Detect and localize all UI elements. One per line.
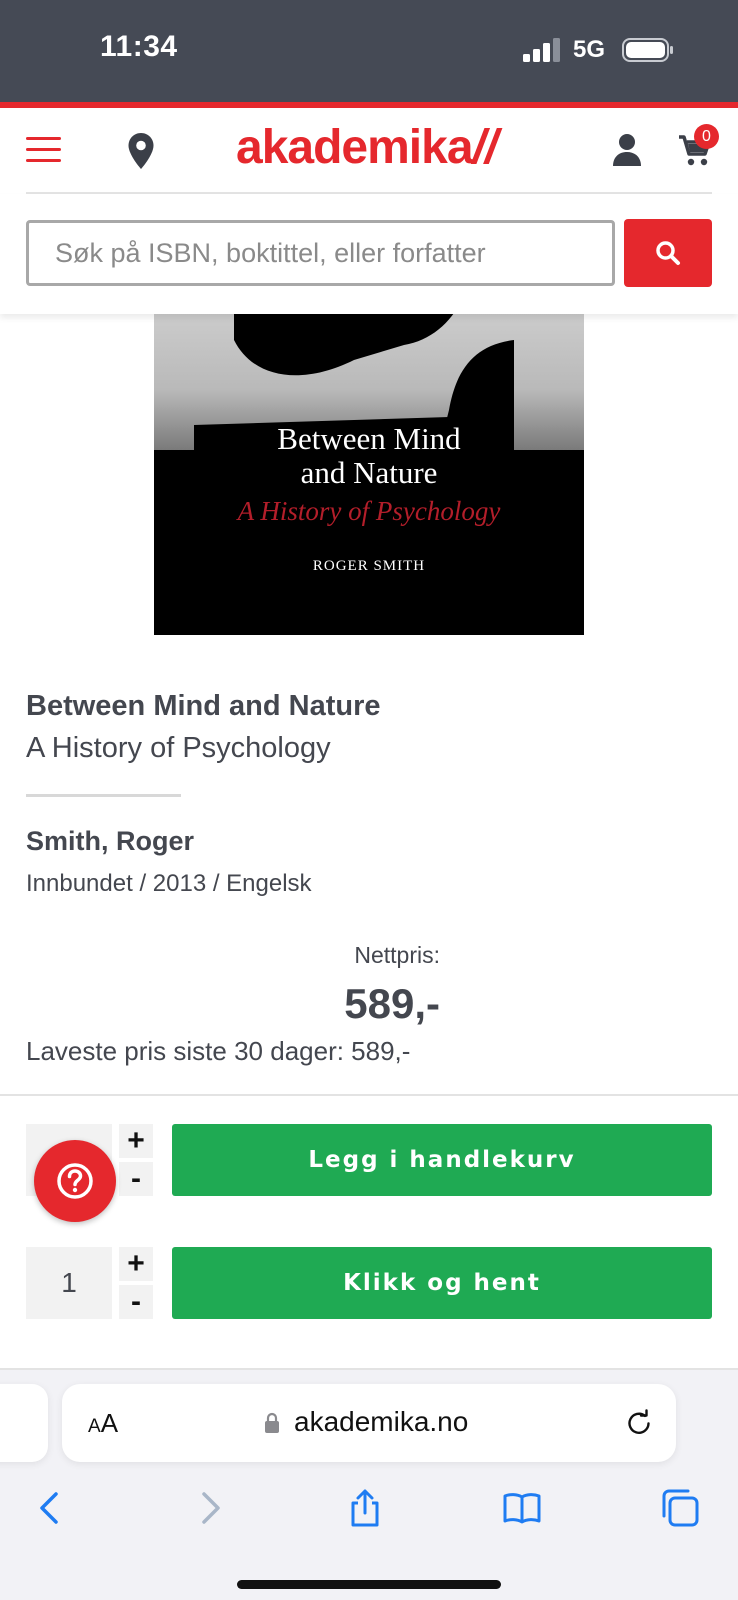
product-format-meta: Innbundet / 2013 / Engelsk <box>26 870 312 897</box>
forward-icon[interactable] <box>190 1488 230 1528</box>
product-author[interactable]: Smith, Roger <box>26 826 194 857</box>
price-label: Nettpris: <box>354 942 440 968</box>
price-divider <box>0 1094 738 1096</box>
share-icon[interactable] <box>345 1488 385 1528</box>
site-header: akademika// 0 <box>0 108 738 193</box>
quantity-increase-button[interactable]: + <box>119 1247 153 1281</box>
bookmarks-icon[interactable] <box>502 1488 542 1528</box>
address-bar[interactable]: AA akademika.no <box>62 1384 676 1462</box>
back-icon[interactable] <box>30 1488 70 1528</box>
aa-large: A <box>100 1408 119 1438</box>
text-size-button[interactable]: AA <box>88 1408 118 1439</box>
product-price: 589,- <box>344 980 440 1027</box>
logo-text: akademika <box>236 121 474 174</box>
hamburger-menu-icon[interactable] <box>26 137 61 163</box>
product-subtitle: A History of Psychology <box>26 732 331 764</box>
lowest-price-note: Laveste pris siste 30 dager: 589,- <box>26 1036 411 1066</box>
signal-icon <box>523 38 560 62</box>
url-text: akademika.no <box>294 1406 469 1437</box>
cover-subtitle: A History of Psychology <box>237 496 501 526</box>
home-indicator <box>237 1580 501 1589</box>
store-location-icon[interactable] <box>127 132 155 170</box>
status-time: 11:34 <box>100 30 178 63</box>
status-bar: 11:34 5G <box>0 0 738 102</box>
lock-icon <box>265 1412 279 1433</box>
previous-tab-preview[interactable] <box>0 1384 48 1462</box>
search-input[interactable] <box>26 220 615 286</box>
battery-icon <box>622 38 673 62</box>
cover-title: Between Mind and Nature <box>154 422 584 490</box>
cover-author: ROGER SMITH <box>312 558 426 574</box>
title-divider <box>26 794 181 797</box>
browser-toolbar: AA akademika.no <box>0 1370 738 1600</box>
quantity-field-collect[interactable]: 1 <box>26 1247 112 1319</box>
quantity-decrease-button[interactable]: - <box>119 1162 153 1196</box>
product-title: Between Mind and Nature <box>26 690 381 722</box>
quantity-decrease-button[interactable]: - <box>119 1285 153 1319</box>
add-to-cart-button[interactable]: Legg i handlekurv <box>172 1124 712 1196</box>
help-button[interactable] <box>34 1140 116 1222</box>
akademika-logo[interactable]: akademika// <box>236 120 499 175</box>
reload-icon[interactable] <box>624 1408 654 1438</box>
cover-title-line2: and Nature <box>300 455 438 490</box>
search-icon <box>656 241 680 265</box>
aa-small: A <box>88 1416 101 1437</box>
book-cover-image[interactable]: Between Mind and Nature A History of Psy… <box>154 300 584 635</box>
search-button[interactable] <box>624 219 712 287</box>
network-label: 5G <box>573 36 606 63</box>
question-mark-icon <box>57 1163 93 1199</box>
tabs-icon[interactable] <box>660 1488 700 1528</box>
account-icon[interactable] <box>612 132 642 168</box>
search-bar <box>0 194 738 314</box>
quantity-increase-button[interactable]: + <box>119 1124 153 1158</box>
logo-ticks: // <box>472 121 499 174</box>
cart-count-badge: 0 <box>694 124 719 149</box>
click-and-collect-button[interactable]: Klikk og hent <box>172 1247 712 1319</box>
cover-title-line1: Between Mind <box>277 421 461 456</box>
